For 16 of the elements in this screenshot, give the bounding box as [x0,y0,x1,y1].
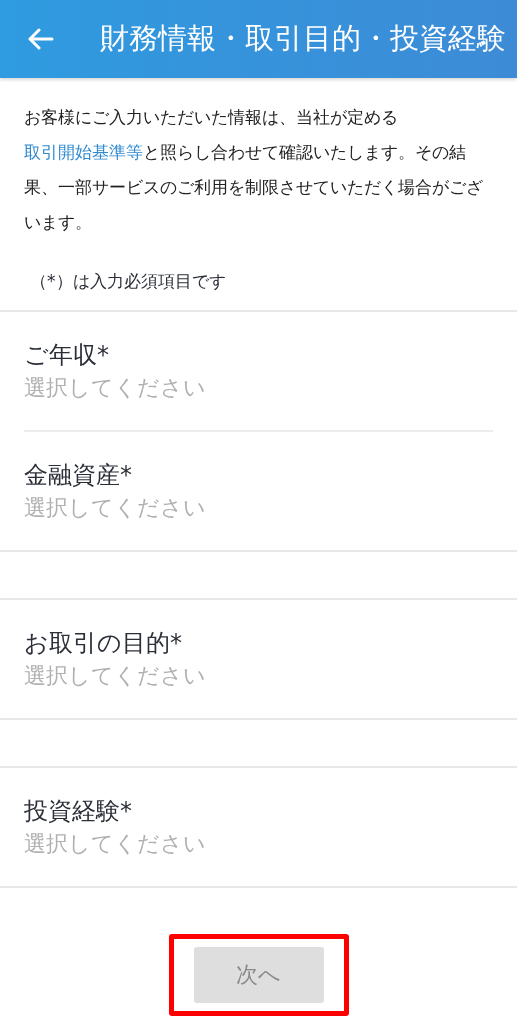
field-placeholder: 選択してください [24,662,207,690]
select-field[interactable]: 投資経験* 選択してください [0,768,517,886]
field-placeholder: 選択してください [24,374,207,402]
criteria-link[interactable]: 取引開始基準等 [24,142,143,162]
field-label: お取引の目的* [24,628,183,659]
select-field[interactable]: 金融資産* 選択してください [0,432,517,550]
intro-text: お客様にご入力いただいた情報は、当社が定める 取引開始基準等と照らし合わせて確認いたします。その結果、一部サービスのご利用を制限させていただく場合がございます。 [24,106,484,234]
select-field[interactable]: お取引の目的* 選択してください [0,600,517,718]
field-label: ご年収* [24,340,110,371]
field-placeholder: 選択してください [24,494,207,522]
field-label: 投資経験* [24,796,133,827]
field-placeholder: 選択してください [24,830,207,858]
page-title: 財務情報・取引目的・投資経験 [100,20,506,57]
select-field[interactable]: ご年収* 選択してください [0,312,517,430]
field-label: 金融資産* [24,460,133,491]
required-note: （*）は入力必須項目です [30,270,227,293]
